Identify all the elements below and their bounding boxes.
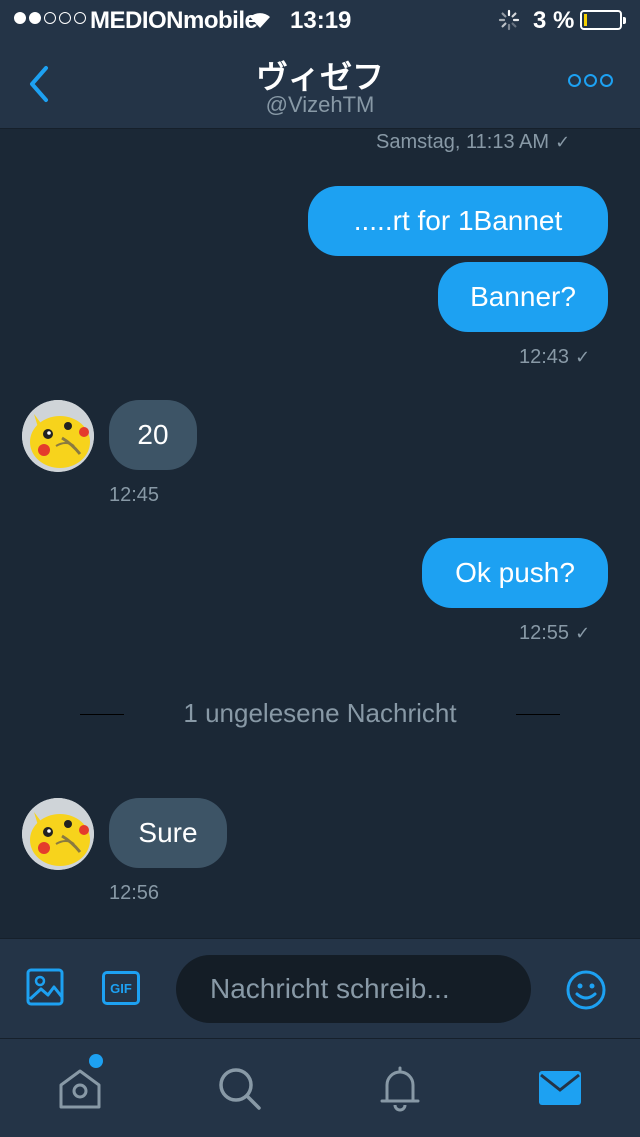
home-notification-dot [89, 1054, 103, 1068]
message-bubble-outgoing[interactable]: Ok push? [422, 538, 608, 608]
status-bar: MEDIONmobile 13:19 3 % [0, 0, 640, 40]
avatar[interactable] [22, 798, 94, 870]
tab-bar [0, 1038, 640, 1137]
emoji-icon[interactable] [565, 969, 607, 1011]
message-timestamp: 12:43 ✓ [519, 346, 591, 368]
top-bar: MEDIONmobile 13:19 3 % ヴィゼフ @VizehTM [0, 0, 640, 129]
read-check-icon: ✓ [555, 132, 571, 152]
activity-spinner-icon [498, 9, 520, 31]
unread-divider: 1 ungelesene Nachricht [80, 698, 560, 728]
message-timestamp: Samstag, 11:13 AM ✓ [376, 131, 571, 153]
conversation-handle: @VizehTM [265, 92, 375, 117]
bell-icon[interactable] [375, 1063, 425, 1113]
message-composer: GIF [0, 938, 640, 1039]
message-timestamp: 12:45 [109, 484, 160, 506]
status-time: 13:19 [290, 7, 352, 34]
gif-button[interactable]: GIF [102, 971, 140, 1005]
read-check-icon: ✓ [575, 347, 591, 367]
signal-strength-icon [14, 12, 86, 24]
read-check-icon: ✓ [575, 623, 591, 643]
message-input[interactable] [176, 955, 531, 1023]
battery-percent: 3 % [533, 7, 575, 34]
pikachu-avatar-icon [22, 400, 94, 472]
message-bubble-incoming[interactable]: Sure [109, 798, 227, 868]
message-timestamp: 12:56 [109, 882, 160, 904]
pikachu-avatar-icon [22, 798, 94, 870]
carrier-name: MEDIONmobile [90, 7, 258, 34]
more-options-icon[interactable] [568, 74, 613, 87]
message-bubble-outgoing[interactable]: Banner? [438, 262, 608, 332]
unread-divider-label: 1 ungelesene Nachricht [183, 698, 457, 728]
message-bubble-outgoing[interactable]: .....rt for 1Bannet [308, 186, 608, 256]
message-bubble-incoming[interactable]: 20 [109, 400, 197, 470]
message-timestamp: 12:55 ✓ [519, 622, 591, 644]
search-icon[interactable] [214, 1063, 264, 1113]
battery-icon [580, 10, 626, 30]
avatar[interactable] [22, 400, 94, 472]
image-icon[interactable] [26, 967, 66, 1007]
wifi-icon [250, 13, 270, 28]
mail-icon[interactable] [535, 1063, 585, 1113]
home-icon[interactable] [55, 1063, 105, 1113]
